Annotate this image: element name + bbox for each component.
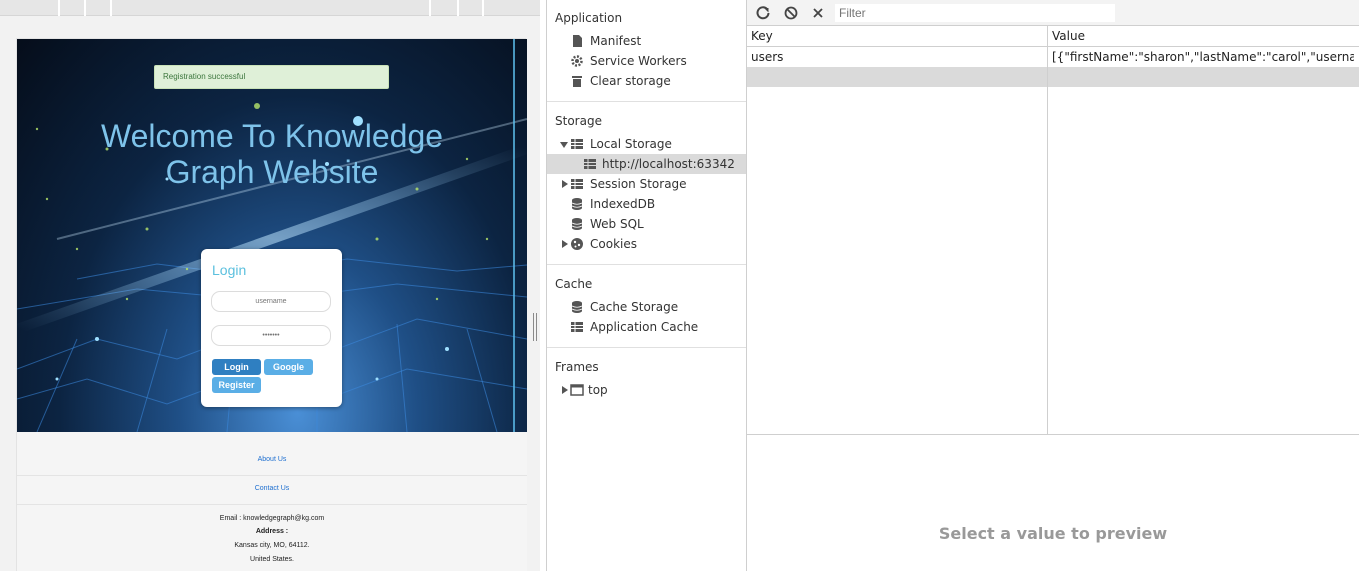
contact-us-link[interactable]: Contact Us xyxy=(17,485,527,492)
sidebar-item-service-workers[interactable]: Service Workers xyxy=(547,51,746,71)
column-header-key[interactable]: Key xyxy=(751,29,773,43)
sidebar-item-local-storage[interactable]: Local Storage xyxy=(547,134,746,154)
delete-selected-icon[interactable] xyxy=(809,4,827,22)
trash-icon xyxy=(572,76,582,87)
database-icon xyxy=(571,198,583,210)
footer-address-label: Address : xyxy=(255,528,289,535)
collapse-arrow-icon[interactable] xyxy=(562,386,568,394)
clear-all-icon[interactable] xyxy=(782,4,800,22)
sidebar-item-cookies[interactable]: Cookies xyxy=(547,234,746,254)
collapse-arrow-icon[interactable] xyxy=(562,240,568,248)
sidebar-item-localhost-origin[interactable]: http://localhost:63342 xyxy=(547,154,746,174)
sidebar-item-label: IndexedDB xyxy=(590,197,656,211)
sidebar-item-label: Clear storage xyxy=(590,74,671,88)
site-footer: About Us Contact Us Email : knowledgegra… xyxy=(17,432,527,571)
section-title-cache: Cache xyxy=(555,277,593,291)
storage-toolbar xyxy=(747,0,1359,26)
login-card: Login Login Google Register xyxy=(201,249,342,407)
password-input[interactable] xyxy=(211,325,331,346)
sidebar-item-cache-storage[interactable]: Cache Storage xyxy=(547,297,746,317)
sidebar-item-label: top xyxy=(588,383,608,397)
sidebar-item-session-storage[interactable]: Session Storage xyxy=(547,174,746,194)
page-preview: Registration successful Welcome To Knowl… xyxy=(0,0,540,571)
panel-resize-handle[interactable] xyxy=(531,313,539,341)
cookie-icon xyxy=(571,238,583,250)
hero-section: Registration successful Welcome To Knowl… xyxy=(17,39,527,432)
footer-address-city: Kansas city, MO, 64112. xyxy=(234,542,310,549)
grid-icon xyxy=(571,139,583,149)
database-icon xyxy=(571,301,583,313)
sidebar-item-label: Session Storage xyxy=(590,177,687,191)
section-title-frames: Frames xyxy=(555,360,599,374)
sidebar-item-label: Web SQL xyxy=(590,217,644,231)
preview-ruler xyxy=(0,0,540,16)
row-key-cell: users xyxy=(751,50,784,64)
about-us-link[interactable]: About Us xyxy=(17,456,527,463)
grid-icon xyxy=(571,179,583,189)
sidebar-item-label: Local Storage xyxy=(590,137,672,151)
column-divider[interactable] xyxy=(1047,26,1048,434)
sidebar-item-websql[interactable]: Web SQL xyxy=(547,214,746,234)
frame-window-icon xyxy=(570,384,584,396)
row-value-cell: [{"firstName":"sharon","lastName":"carol… xyxy=(1052,50,1354,64)
local-storage-panel: Key Value users [{"firstName":"sharon","… xyxy=(747,0,1359,571)
section-title-application: Application xyxy=(555,11,623,25)
footer-address-country: United States. xyxy=(250,556,294,563)
sidebar-item-manifest[interactable]: Manifest xyxy=(547,31,746,51)
google-button[interactable]: Google xyxy=(264,359,313,375)
value-preview-placeholder: Select a value to preview xyxy=(938,524,1168,543)
sidebar-item-label: Service Workers xyxy=(590,54,687,68)
sidebar-item-indexeddb[interactable]: IndexedDB xyxy=(547,194,746,214)
register-button[interactable]: Register xyxy=(212,377,261,393)
footer-email: Email : knowledgegraph@kg.com xyxy=(219,515,325,522)
grid-icon xyxy=(584,159,596,169)
sidebar-item-label: http://localhost:63342 xyxy=(602,157,735,171)
application-sidebar: Application Manifest Service Workers Cle… xyxy=(546,0,747,571)
table-row-empty-new[interactable] xyxy=(747,67,1359,87)
login-title: Login xyxy=(212,262,247,278)
grid-icon xyxy=(571,322,583,332)
sidebar-item-label: Manifest xyxy=(590,34,642,48)
column-header-value[interactable]: Value xyxy=(1052,29,1085,43)
hero-title: Welcome To Knowledge Graph Website xyxy=(100,118,444,190)
login-button[interactable]: Login xyxy=(212,359,261,375)
website-viewport: Registration successful Welcome To Knowl… xyxy=(16,38,527,571)
table-row[interactable]: users [{"firstName":"sharon","lastName":… xyxy=(747,47,1359,67)
section-title-storage: Storage xyxy=(555,114,602,128)
database-icon xyxy=(571,218,583,230)
username-input[interactable] xyxy=(211,291,331,312)
sidebar-item-frame-top[interactable]: top xyxy=(547,380,746,400)
table-bottom-border xyxy=(747,434,1359,435)
registration-success-alert: Registration successful xyxy=(154,65,389,89)
sidebar-item-label: Cookies xyxy=(590,237,637,251)
storage-table-header: Key Value xyxy=(747,26,1359,47)
sidebar-item-application-cache[interactable]: Application Cache xyxy=(547,317,746,337)
refresh-icon[interactable] xyxy=(754,4,772,22)
expand-arrow-icon[interactable] xyxy=(560,142,568,148)
sidebar-item-label: Cache Storage xyxy=(590,300,679,314)
sidebar-item-clear-storage[interactable]: Clear storage xyxy=(547,71,746,91)
document-icon xyxy=(573,35,582,47)
filter-input[interactable] xyxy=(835,4,1115,22)
collapse-arrow-icon[interactable] xyxy=(562,180,568,188)
gear-icon xyxy=(571,55,583,67)
sidebar-item-label: Application Cache xyxy=(590,320,699,334)
